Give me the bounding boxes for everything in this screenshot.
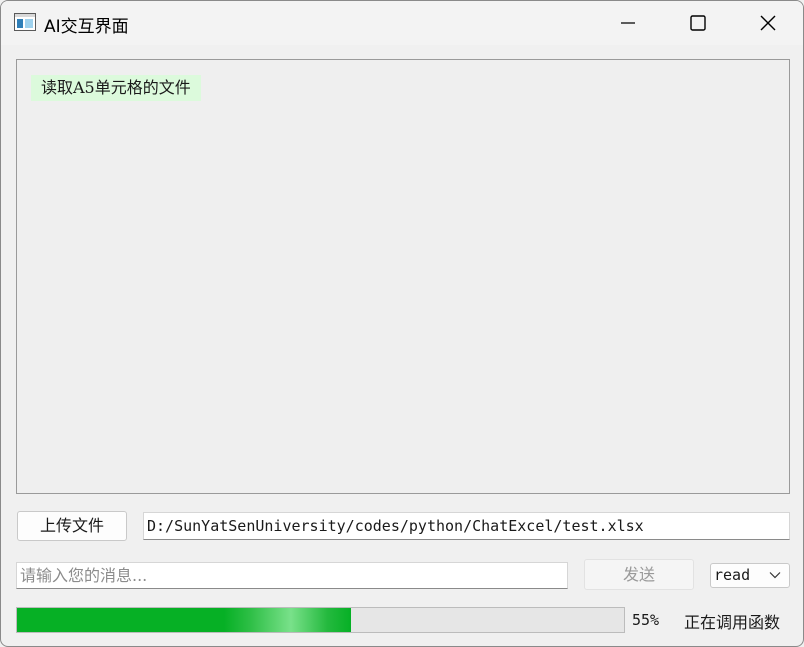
file-path-field[interactable]: D:/SunYatSenUniversity/codes/python/Chat… [143,512,790,540]
close-icon [760,15,776,31]
chat-message: 读取A5单元格的文件 [31,75,201,101]
chat-history[interactable]: 读取A5单元格的文件 [16,59,790,494]
mode-select[interactable]: read [710,563,790,588]
send-button[interactable]: 发送 [584,559,694,590]
chevron-down-icon [769,572,781,579]
close-button[interactable] [733,1,803,45]
app-window-icon [14,13,36,31]
minimize-icon [621,22,635,24]
title-bar[interactable]: AI交互界面 [1,1,803,45]
mode-select-value: read [714,566,751,584]
status-label: 正在调用函数 [684,613,781,632]
upload-file-button[interactable]: 上传文件 [17,511,127,541]
maximize-button[interactable] [663,1,733,45]
maximize-icon [690,15,706,31]
app-window: AI交互界面 读取A5单元格的文件 上传文件 D:/SunYatSenUnive… [0,0,804,647]
progress-bar [16,607,625,633]
message-input[interactable] [16,562,568,589]
progress-fill [17,608,351,632]
minimize-button[interactable] [593,1,663,45]
window-title: AI交互界面 [44,17,129,37]
progress-percent: 55% [632,611,660,629]
